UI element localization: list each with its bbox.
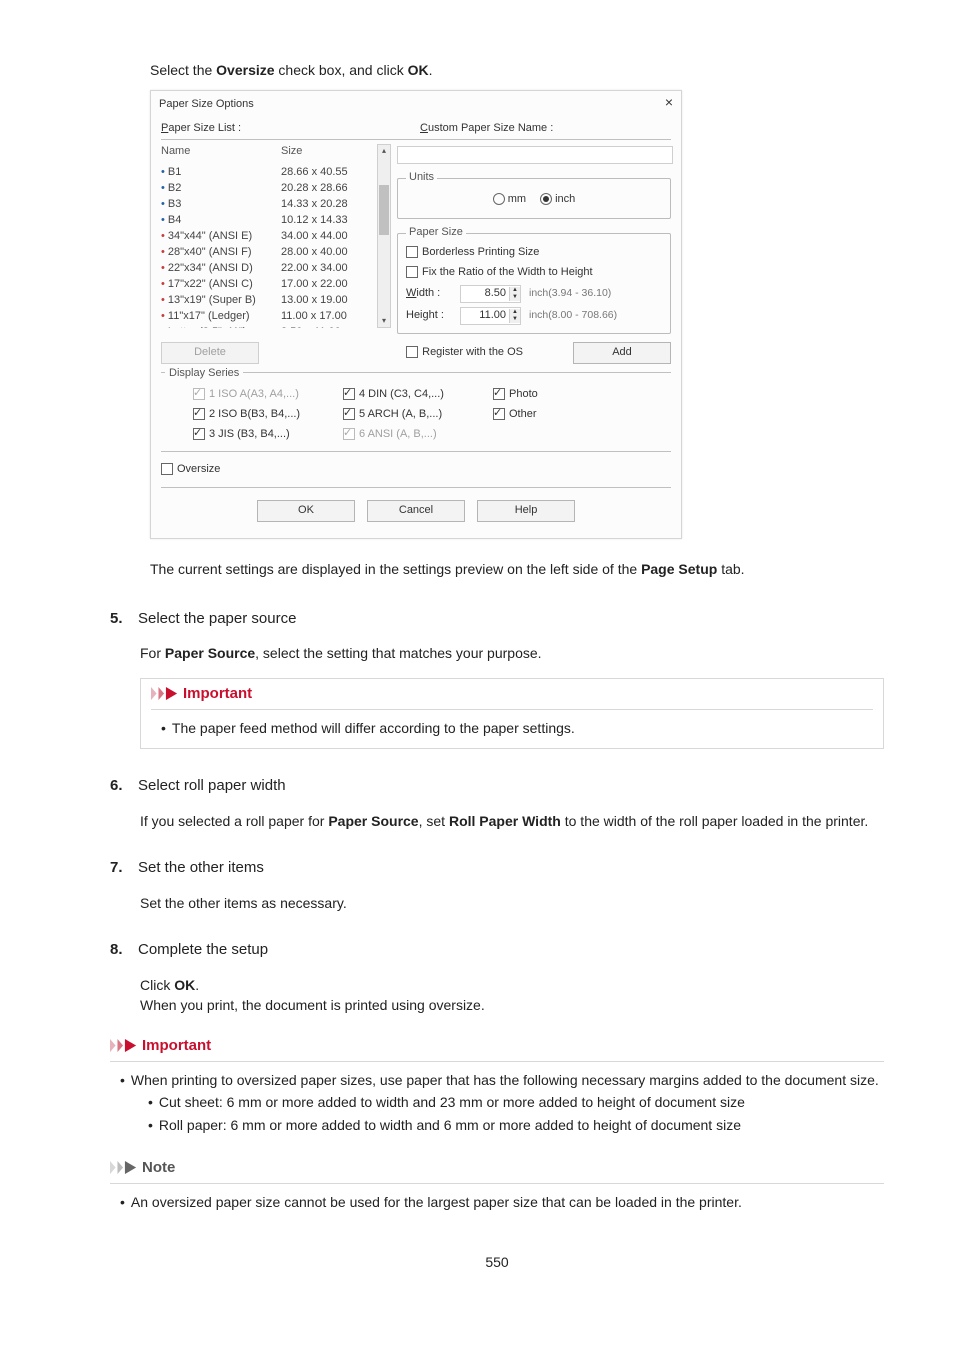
intro-text: Select the Oversize check box, and click… xyxy=(150,60,884,80)
list-item: • 34"x44" (ANSI E)34.00 x 44.00 xyxy=(161,228,377,244)
display-series-checkbox[interactable]: 4 DIN (C3, C4,...) xyxy=(343,387,493,403)
register-os-checkbox[interactable]: Register with the OS xyxy=(406,345,523,361)
width-row: Width : 8.50▲▼ inch(3.94 - 36.10) xyxy=(406,285,662,303)
note-icon xyxy=(110,1161,138,1175)
step-5: 5.Select the paper source For Paper Sour… xyxy=(110,608,884,749)
scrollbar[interactable]: ▴ ▾ xyxy=(377,144,391,328)
important-callout: Important •The paper feed method will di… xyxy=(140,678,884,749)
oversize-checkbox[interactable]: Oversize xyxy=(161,463,220,475)
units-mm-radio[interactable]: mm xyxy=(493,192,526,208)
height-stepper[interactable]: 11.00▲▼ xyxy=(460,307,521,325)
step-7: 7.Set the other items Set the other item… xyxy=(110,857,884,913)
list-item: • 11"x17" (Ledger)11.00 x 17.00 xyxy=(161,308,377,324)
list-item: • Letter (8.5"x11")8.50 x 11.00 xyxy=(161,324,377,328)
borderless-checkbox[interactable]: Borderless Printing Size xyxy=(406,245,662,261)
col-name-header: Name xyxy=(161,144,271,160)
custom-paper-size-name-label: Custom Paper Size Name : xyxy=(420,121,671,137)
units-legend: Units xyxy=(406,170,437,186)
delete-button[interactable]: Delete xyxy=(161,342,259,364)
paper-size-options-dialog: Paper Size Options × Paper Size List : C… xyxy=(150,90,682,539)
display-series-panel: Display Series 1 ISO A(A3, A4,...)4 DIN … xyxy=(161,372,671,452)
paper-size-listbox[interactable]: Name Size • B128.66 x 40.55 • B220.28 x … xyxy=(161,144,391,328)
fixratio-checkbox[interactable]: Fix the Ratio of the Width to Height xyxy=(406,265,662,281)
display-series-title: Display Series xyxy=(165,367,243,379)
add-button[interactable]: Add xyxy=(573,342,671,364)
important-icon xyxy=(151,687,179,701)
papersize-legend: Paper Size xyxy=(406,225,466,241)
list-item: • B220.28 x 28.66 xyxy=(161,180,377,196)
ok-button[interactable]: OK xyxy=(257,500,355,522)
list-rows: • B128.66 x 40.55 • B220.28 x 28.66 • B3… xyxy=(161,164,377,328)
col-size-header: Size xyxy=(281,144,377,160)
outer-note-callout: Note •An oversized paper size cannot be … xyxy=(110,1157,884,1212)
paper-size-panel: Paper Size Borderless Printing Size Fix … xyxy=(397,225,671,334)
outer-important-callout: Important •When printing to oversized pa… xyxy=(110,1035,884,1135)
height-row: Height : 11.00▲▼ inch(8.00 - 708.66) xyxy=(406,307,662,325)
display-series-checkbox[interactable]: Other xyxy=(493,407,613,423)
close-icon[interactable]: × xyxy=(665,97,673,113)
custom-name-input[interactable] xyxy=(397,146,673,164)
display-series-checkbox[interactable]: 5 ARCH (A, B,...) xyxy=(343,407,493,423)
step-8: 8.Complete the setup Click OK. When you … xyxy=(110,939,884,1015)
list-item: • 28"x40" (ANSI F)28.00 x 40.00 xyxy=(161,244,377,260)
important-icon xyxy=(110,1039,138,1053)
list-item: • 13"x19" (Super B)13.00 x 19.00 xyxy=(161,292,377,308)
width-stepper[interactable]: 8.50▲▼ xyxy=(460,285,521,303)
display-series-checkbox[interactable]: 3 JIS (B3, B4,...) xyxy=(193,427,343,443)
units-panel: Units mm inch xyxy=(397,170,671,219)
paper-size-list-label: Paper Size List : xyxy=(161,121,412,137)
step-6: 6.Select roll paper width If you selecte… xyxy=(110,775,884,831)
dialog-title: Paper Size Options xyxy=(159,97,254,113)
units-inch-radio[interactable]: inch xyxy=(540,192,575,208)
display-series-checkbox: 1 ISO A(A3, A4,...) xyxy=(193,387,343,403)
page-number: 550 xyxy=(110,1252,884,1272)
display-series-checkbox[interactable]: 2 ISO B(B3, B4,...) xyxy=(193,407,343,423)
list-item: • B410.12 x 14.33 xyxy=(161,212,377,228)
display-series-checkbox: 6 ANSI (A, B,...) xyxy=(343,427,493,443)
scroll-down-icon: ▾ xyxy=(378,315,390,327)
display-series-checkbox[interactable]: Photo xyxy=(493,387,613,403)
list-item: • 22"x34" (ANSI D)22.00 x 34.00 xyxy=(161,260,377,276)
scroll-up-icon: ▴ xyxy=(378,145,390,157)
cancel-button[interactable]: Cancel xyxy=(367,500,465,522)
list-item: • B128.66 x 40.55 xyxy=(161,164,377,180)
help-button[interactable]: Help xyxy=(477,500,575,522)
after-dialog-text: The current settings are displayed in th… xyxy=(150,559,884,579)
list-item: • 17"x22" (ANSI C)17.00 x 22.00 xyxy=(161,276,377,292)
list-item: • B314.33 x 20.28 xyxy=(161,196,377,212)
